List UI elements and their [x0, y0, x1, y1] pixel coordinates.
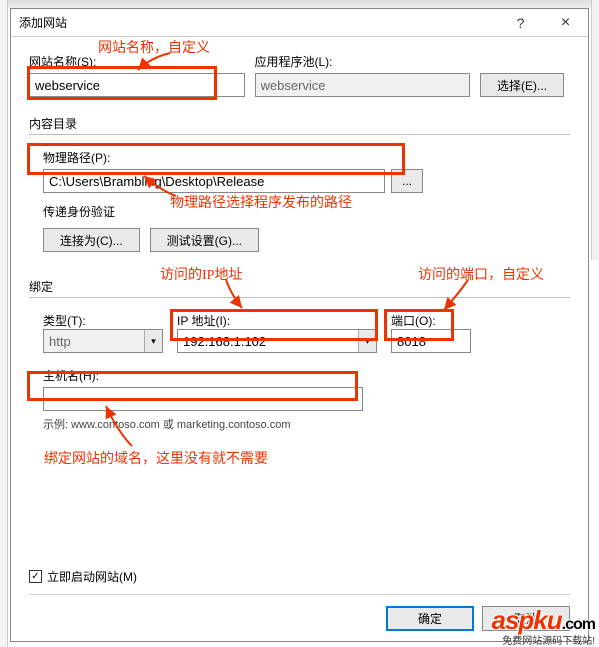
physical-path-label: 物理路径(P): — [43, 149, 570, 166]
host-name-label: 主机名(H): — [43, 367, 570, 384]
start-site-checkbox[interactable]: ✓ — [29, 570, 42, 583]
binding-port-label: 端口(O): — [391, 312, 471, 329]
ok-button[interactable]: 确定 — [386, 606, 474, 631]
binding-type-select[interactable]: ▾ — [43, 329, 163, 353]
binding-group-title: 绑定 — [29, 278, 570, 295]
titlebar: 添加网站 ? × — [11, 9, 588, 37]
browse-path-button[interactable]: ... — [391, 169, 423, 193]
site-name-input[interactable] — [29, 73, 245, 97]
host-name-input[interactable] — [43, 387, 363, 411]
binding-ip-label: IP 地址(I): — [177, 312, 377, 329]
binding-ip-input[interactable] — [177, 329, 377, 353]
auth-label: 传递身份验证 — [43, 203, 570, 220]
add-website-dialog: 添加网站 ? × 网站名称(S): 应用程序池(L): 选择(E)... 内容目… — [10, 8, 589, 642]
test-settings-button[interactable]: 测试设置(G)... — [150, 228, 259, 252]
help-button[interactable]: ? — [498, 9, 543, 37]
close-button[interactable]: × — [543, 9, 588, 37]
chevron-down-icon: ▾ — [144, 330, 162, 352]
window-title: 添加网站 — [19, 14, 498, 31]
chevron-down-icon: ▾ — [358, 330, 376, 352]
binding-type-label: 类型(T): — [43, 312, 163, 329]
host-example-text: 示例: www.contoso.com 或 marketing.contoso.… — [43, 416, 570, 432]
cancel-button[interactable]: 取消 — [482, 606, 570, 631]
connect-as-button[interactable]: 连接为(C)... — [43, 228, 140, 252]
app-pool-label: 应用程序池(L): — [255, 53, 471, 70]
binding-port-input[interactable] — [391, 329, 471, 353]
content-dir-group-title: 内容目录 — [29, 115, 570, 132]
app-pool-input — [255, 73, 471, 97]
select-pool-button[interactable]: 选择(E)... — [480, 73, 564, 97]
physical-path-input[interactable] — [43, 169, 385, 193]
binding-ip-select[interactable]: ▾ — [177, 329, 377, 353]
start-site-label: 立即启动网站(M) — [47, 568, 137, 585]
site-name-label: 网站名称(S): — [29, 53, 245, 70]
